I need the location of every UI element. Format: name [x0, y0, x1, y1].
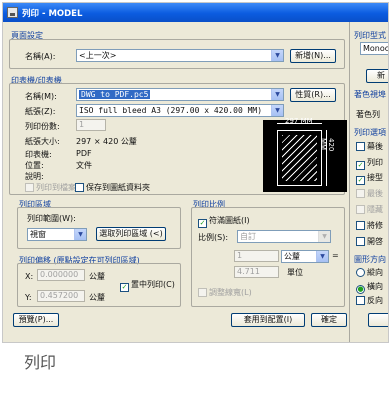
- location-label: 位置:: [25, 161, 44, 170]
- printer-name-select[interactable]: DWG to PDF.pc5 ▼: [76, 88, 284, 101]
- chevron-down-icon: ▼: [271, 105, 283, 116]
- plot-options-title: 列印選項: [354, 128, 386, 137]
- option-stamp-checkbox[interactable]: 將修: [356, 221, 383, 231]
- shaded-viewport-title: 著色視埠: [354, 90, 386, 99]
- add-page-setup-button[interactable]: 新增(N)...: [290, 49, 336, 63]
- fit-to-paper-checkbox[interactable]: ✓ 符滿圖紙(I): [198, 216, 250, 228]
- chevron-down-icon: ▼: [318, 231, 330, 242]
- scale-label: 比例(S):: [198, 233, 229, 242]
- scale-select[interactable]: 自訂 ▼: [237, 230, 331, 243]
- option-lineweights-checkbox[interactable]: ✓ 列印: [356, 158, 383, 170]
- offset-x-unit: 公釐: [89, 272, 105, 281]
- preview-width-label: 297 MM: [285, 117, 313, 125]
- location-value: 文件: [76, 161, 92, 170]
- check-icon: ✓: [198, 219, 207, 228]
- cancel-button-partial[interactable]: [368, 313, 388, 327]
- paper-label: 紙張(Z):: [25, 107, 56, 116]
- option-background-checkbox[interactable]: 幕後: [356, 142, 383, 152]
- radio-dot-icon: ●: [356, 285, 365, 294]
- paper-preview: 297 MM 420 MM: [263, 117, 347, 192]
- printer-value: PDF: [76, 149, 92, 158]
- option-last-checkbox[interactable]: 最後: [356, 189, 383, 199]
- chevron-down-icon: ▼: [316, 251, 328, 262]
- orientation-landscape-radio[interactable]: ● 橫向: [356, 282, 383, 294]
- paper-size-value: 297 × 420 公釐: [76, 137, 137, 146]
- print-dialog: 列印 - MODEL 頁面設定 名稱(A): <上一次> ▼ 新增(N)... …: [2, 2, 389, 343]
- scale-denominator-input[interactable]: 4.711: [234, 266, 279, 278]
- option-styles-checkbox[interactable]: ✓ 接型: [356, 173, 383, 185]
- preview-sheet: [277, 130, 322, 186]
- offset-y-unit: 公釐: [89, 293, 105, 302]
- print-range-select[interactable]: 視窗 ▼: [27, 228, 87, 241]
- orientation-portrait-radio[interactable]: 縱向: [356, 268, 383, 278]
- orientation-title: 圖形方向: [354, 255, 386, 264]
- offset-y-label: Y:: [25, 293, 32, 302]
- chevron-down-icon: ▼: [271, 89, 283, 100]
- offset-x-input[interactable]: 0.000000: [37, 269, 85, 281]
- chevron-down-icon: ▼: [74, 229, 86, 240]
- option-hide-checkbox[interactable]: 隱藏: [356, 205, 383, 215]
- preview-print-area: [282, 135, 317, 181]
- option-open-checkbox[interactable]: 開啓: [356, 237, 383, 247]
- apply-to-layout-button[interactable]: 套用到配置(I): [231, 313, 305, 327]
- ok-button[interactable]: 確定: [311, 313, 347, 327]
- chevron-down-icon: ▼: [271, 50, 283, 61]
- scale-unit-select[interactable]: 公釐 ▼: [281, 250, 329, 263]
- copies-label: 列印份數:: [25, 122, 60, 131]
- plot-style-select[interactable]: Monoc: [360, 42, 388, 55]
- page-setup-name-select[interactable]: <上一次> ▼: [76, 49, 284, 62]
- orientation-reverse-checkbox[interactable]: 反向: [356, 296, 383, 306]
- check-icon: ✓: [356, 161, 365, 170]
- check-icon: ✓: [356, 176, 365, 185]
- shaded-plot-label: 著色列: [356, 110, 380, 119]
- title-bar[interactable]: 列印 - MODEL: [3, 3, 388, 22]
- printer-properties-button[interactable]: 性質(R)...: [290, 88, 336, 102]
- paper-size-select[interactable]: ISO full bleed A3 (297.00 x 420.00 MM) ▼: [76, 104, 284, 117]
- caption: 列印: [24, 353, 57, 372]
- window-title: 列印 - MODEL: [22, 9, 83, 19]
- offset-x-label: X:: [25, 272, 34, 281]
- preview-height-label: 420 MM: [319, 138, 335, 152]
- print-to-file-checkbox[interactable]: 列印到檔案: [25, 183, 76, 193]
- printer-label: 印表機:: [25, 150, 52, 159]
- plot-style-new-button[interactable]: 新: [366, 69, 388, 83]
- scale-numerator-input[interactable]: 1: [234, 250, 279, 262]
- paper-size-label: 紙張大小:: [25, 137, 60, 146]
- preview-button[interactable]: 預覽(P)...: [13, 313, 59, 327]
- scale-lineweights-checkbox[interactable]: 調整線寬(L): [198, 288, 252, 298]
- printer-icon: [7, 7, 18, 18]
- copies-input[interactable]: 1: [76, 119, 106, 131]
- plot-style-title: 列印型式: [354, 31, 386, 40]
- check-icon: ✓: [120, 283, 129, 292]
- print-range-label: 列印範圍(W):: [27, 214, 76, 223]
- center-plot-checkbox[interactable]: ✓ 置中列印(C): [120, 280, 175, 292]
- printer-name-label: 名稱(M):: [25, 92, 57, 101]
- select-print-area-button[interactable]: 選取列印區域 (<): [96, 227, 166, 241]
- save-layout-checkbox[interactable]: 保存到圖紙資料夾: [75, 183, 150, 193]
- right-options-panel: 列印型式 Monoc 新 著色視埠 著色列 列印選項 幕後 ✓ 列印 ✓ 接型 最後…: [350, 22, 388, 342]
- page-setup-name-label: 名稱(A):: [25, 52, 56, 61]
- scale-units-label: 單位: [287, 268, 303, 277]
- description-label: 說明:: [25, 172, 44, 181]
- offset-y-input[interactable]: 0.457200: [37, 290, 85, 302]
- equals-sign: =: [332, 251, 339, 260]
